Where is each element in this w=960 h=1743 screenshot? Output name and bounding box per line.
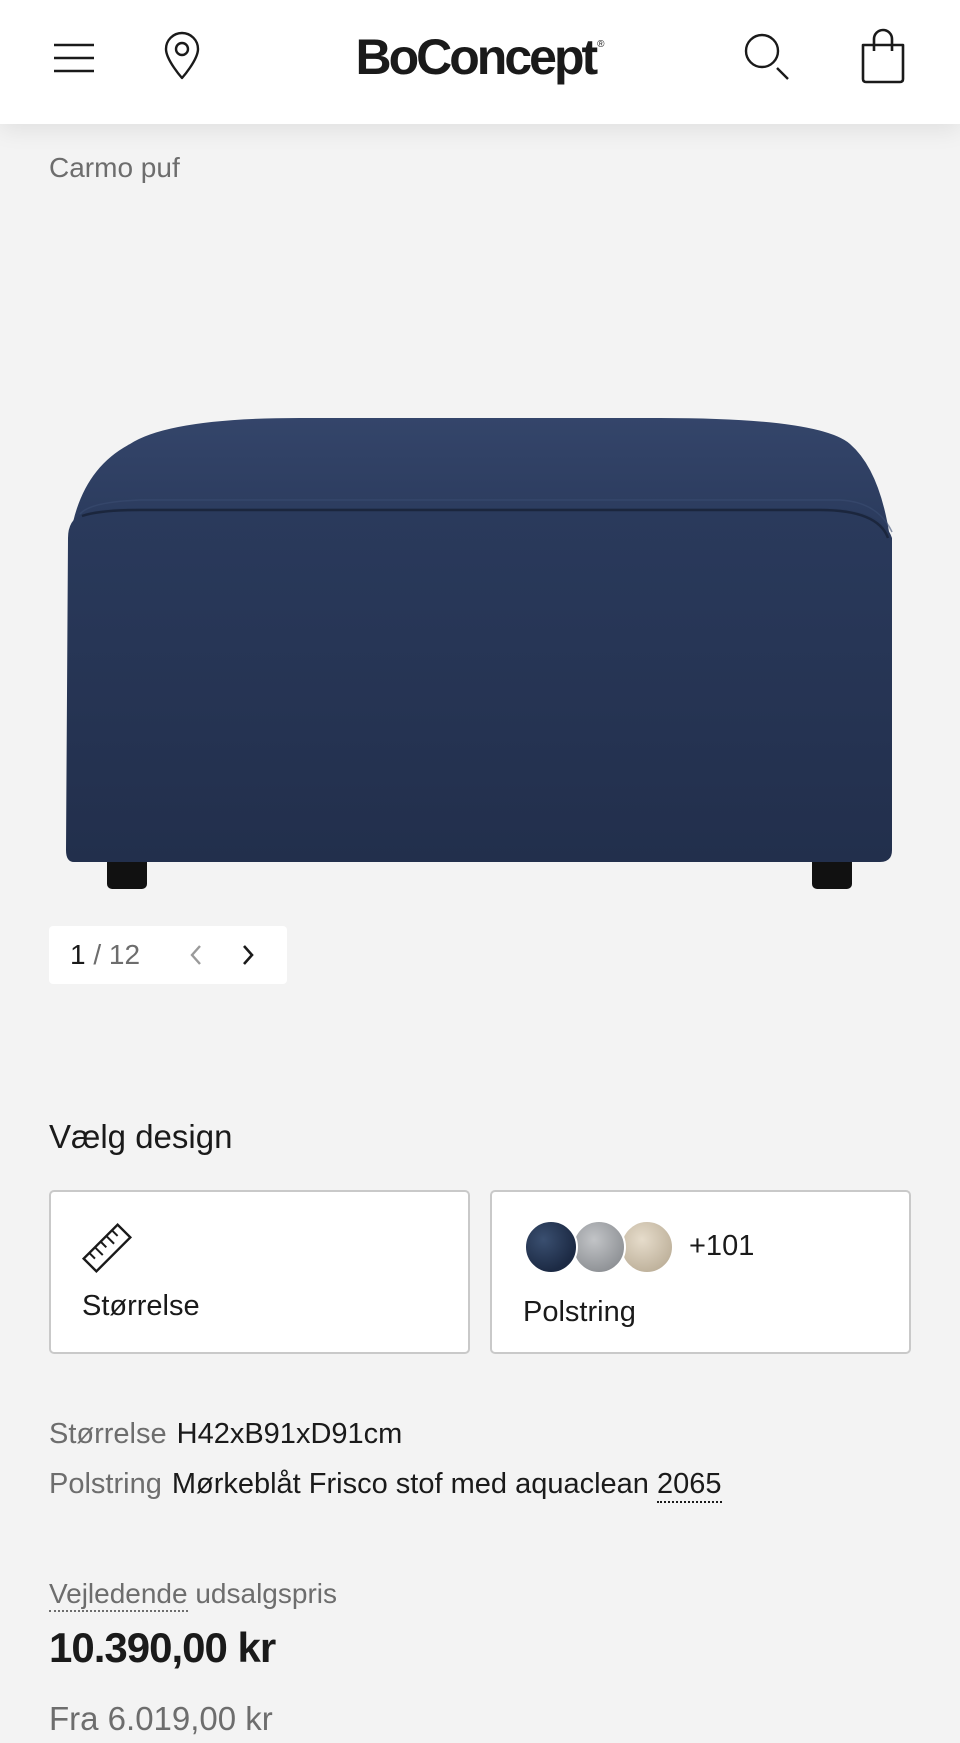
size-option-label: Størrelse bbox=[82, 1290, 200, 1322]
gallery-total: 12 bbox=[108, 939, 141, 970]
store-locator-button[interactable] bbox=[154, 26, 210, 86]
spec-size-key: Størrelse bbox=[49, 1418, 167, 1450]
from-price: Fra 6.019,00 kr bbox=[49, 1700, 273, 1737]
logo-text: BoConcept bbox=[355, 29, 598, 85]
design-section-title: Vælg design bbox=[49, 1118, 233, 1155]
location-pin-icon bbox=[164, 31, 200, 80]
spec-upholstery: Polstring Mørkeblåt Frisco stof med aquac… bbox=[49, 1468, 722, 1503]
spec-size-value: H42xB91xD91cm bbox=[176, 1418, 403, 1450]
ruler-icon bbox=[81, 1222, 133, 1274]
fabric-swatch-dark-blue bbox=[524, 1220, 578, 1274]
logo-registered-mark: ® bbox=[597, 38, 605, 50]
fabric-swatch-grey bbox=[572, 1220, 626, 1274]
site-header: BoConcept ® bbox=[0, 0, 960, 124]
spec-upholstery-key: Polstring bbox=[49, 1468, 162, 1500]
gallery-next-button[interactable] bbox=[231, 938, 265, 972]
cart-button[interactable] bbox=[852, 24, 914, 88]
fabric-code-link[interactable]: 2065 bbox=[656, 1468, 722, 1503]
gallery-current: 1 bbox=[70, 939, 86, 970]
price-label-rest: udsalgspris bbox=[195, 1578, 337, 1609]
pouf-illustration bbox=[66, 418, 893, 889]
brand-logo[interactable]: BoConcept ® bbox=[340, 22, 620, 92]
chevron-left-icon bbox=[190, 945, 201, 965]
breadcrumb[interactable]: Carmo puf bbox=[49, 152, 180, 184]
recommended-price-tooltip[interactable]: Vejledende bbox=[49, 1578, 188, 1612]
menu-button[interactable] bbox=[46, 30, 102, 86]
spec-upholstery-value: Mørkeblåt Frisco stof med aquaclean bbox=[171, 1468, 649, 1500]
shopping-bag-icon bbox=[861, 28, 905, 84]
size-option-card[interactable]: Størrelse bbox=[49, 1190, 470, 1354]
gallery-prev-button[interactable] bbox=[179, 938, 213, 972]
more-fabrics-count: +101 bbox=[689, 1230, 755, 1262]
chevron-right-icon bbox=[243, 945, 254, 965]
gallery-counter: 1 / 12 bbox=[70, 939, 140, 971]
product-price: 10.390,00 kr bbox=[49, 1624, 276, 1671]
gallery-separator: / bbox=[93, 939, 102, 970]
search-icon bbox=[744, 33, 789, 80]
menu-icon bbox=[54, 43, 94, 73]
search-button[interactable] bbox=[738, 26, 798, 88]
fabric-swatches bbox=[524, 1220, 674, 1274]
spec-size: Størrelse H42xB91xD91cm bbox=[49, 1418, 402, 1451]
upholstery-option-card[interactable]: +101 Polstring bbox=[490, 1190, 911, 1354]
upholstery-option-label: Polstring bbox=[523, 1296, 636, 1328]
product-image[interactable] bbox=[60, 410, 900, 890]
gallery-pager: 1 / 12 bbox=[49, 926, 287, 984]
price-label: Vejledende udsalgspris bbox=[49, 1578, 337, 1612]
fabric-swatch-beige bbox=[620, 1220, 674, 1274]
